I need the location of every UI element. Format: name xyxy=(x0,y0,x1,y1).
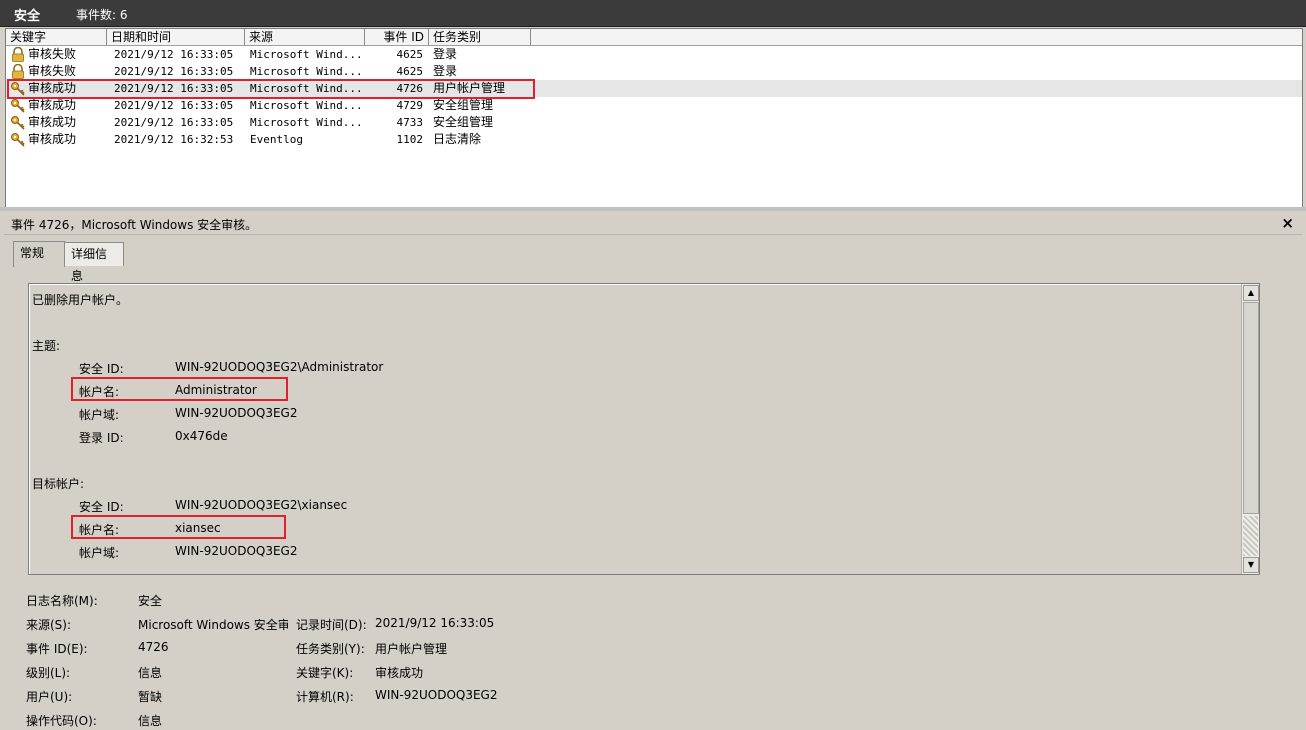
source-value: Microsoft Windows 安全审 xyxy=(138,618,288,632)
col-task-category[interactable]: 任务类别 xyxy=(429,29,531,45)
opcode-value: 信息 xyxy=(138,714,163,728)
description-summary: 已删除用户帐户。 xyxy=(32,293,129,307)
event-detail-header: 事件 4726，Microsoft Windows 安全审核。 × xyxy=(4,212,1302,235)
subject-sid-value: WIN-92UODOQ3EG2\Administrator xyxy=(175,360,384,374)
target-domain-label: 帐户域: xyxy=(79,546,120,560)
task-category-value: 用户帐户管理 xyxy=(375,642,448,656)
log-title-bar: 安全 事件数: 6 xyxy=(0,0,1306,27)
computer-value: WIN-92UODOQ3EG2 xyxy=(375,688,498,702)
scroll-down-icon[interactable]: ▼ xyxy=(1243,557,1259,573)
table-row[interactable]: 审核成功 2021/9/12 16:32:53 Eventlog 1102 日志… xyxy=(6,131,1302,148)
subject-domain-label: 帐户域: xyxy=(79,408,120,422)
log-name-label: 日志名称(M): xyxy=(26,594,98,608)
keywords-value: 审核成功 xyxy=(375,666,424,680)
table-row[interactable]: 审核失败 2021/9/12 16:33:05 Microsoft Wind..… xyxy=(6,46,1302,63)
col-keyword[interactable]: 关键字 xyxy=(6,29,107,45)
opcode-label: 操作代码(O): xyxy=(26,714,97,728)
pane-splitter[interactable] xyxy=(0,207,1306,211)
logged-label: 记录时间(D): xyxy=(296,618,367,632)
col-source[interactable]: 来源 xyxy=(245,29,365,45)
event-id-value: 4726 xyxy=(138,640,169,654)
task-category-label: 任务类别(Y): xyxy=(296,642,365,656)
tab-details[interactable]: 详细信息 xyxy=(64,242,124,283)
log-title: 安全 xyxy=(14,9,41,24)
key-icon xyxy=(10,98,26,113)
target-heading: 目标帐户: xyxy=(32,477,85,491)
user-value: 暂缺 xyxy=(138,690,163,704)
table-row[interactable]: 审核失败 2021/9/12 16:33:05 Microsoft Wind..… xyxy=(6,63,1302,80)
computer-label: 计算机(R): xyxy=(296,690,354,704)
subject-logon-value: 0x476de xyxy=(175,429,228,443)
col-event-id[interactable]: 事件 ID xyxy=(365,29,429,45)
highlight-subject-account xyxy=(71,377,288,401)
scroll-up-icon[interactable]: ▲ xyxy=(1243,285,1259,301)
lock-icon xyxy=(10,46,26,62)
target-sid-value: WIN-92UODOQ3EG2\xiansec xyxy=(175,498,348,512)
event-description[interactable]: 已删除用户帐户。 主题: 安全 ID: WIN-92UODOQ3EG2\Admi… xyxy=(28,283,1260,575)
scroll-thumb[interactable] xyxy=(1243,302,1259,514)
close-icon[interactable]: × xyxy=(1281,214,1294,232)
key-icon xyxy=(10,115,26,130)
lock-icon xyxy=(10,63,26,79)
table-row[interactable]: 审核成功 2021/9/12 16:33:05 Microsoft Wind..… xyxy=(6,97,1302,114)
log-name-value: 安全 xyxy=(138,594,163,608)
subject-logon-label: 登录 ID: xyxy=(79,431,124,445)
event-list-header: 关键字 日期和时间 来源 事件 ID 任务类别 xyxy=(6,29,1302,46)
subject-heading: 主题: xyxy=(32,339,61,353)
level-label: 级别(L): xyxy=(26,666,71,680)
key-icon xyxy=(10,132,26,147)
scroll-track[interactable] xyxy=(1243,516,1258,556)
event-id-label: 事件 ID(E): xyxy=(26,642,88,656)
highlight-selected-row xyxy=(7,79,535,99)
col-datetime[interactable]: 日期和时间 xyxy=(107,29,245,45)
subject-sid-label: 安全 ID: xyxy=(79,362,124,376)
target-sid-label: 安全 ID: xyxy=(79,500,124,514)
user-label: 用户(U): xyxy=(26,690,73,704)
target-domain-value: WIN-92UODOQ3EG2 xyxy=(175,544,298,558)
event-detail-title: 事件 4726，Microsoft Windows 安全审核。 xyxy=(11,218,258,232)
keywords-label: 关键字(K): xyxy=(296,666,354,680)
logged-value: 2021/9/12 16:33:05 xyxy=(375,616,495,630)
table-row[interactable]: 审核成功 2021/9/12 16:33:05 Microsoft Wind..… xyxy=(6,114,1302,131)
level-value: 信息 xyxy=(138,666,163,680)
event-count: 事件数: 6 xyxy=(76,8,128,22)
event-list[interactable]: 关键字 日期和时间 来源 事件 ID 任务类别 审核失败 2021/9/12 1… xyxy=(5,28,1303,208)
highlight-target-account xyxy=(71,515,286,539)
tab-general[interactable]: 常规 xyxy=(13,241,65,267)
description-scrollbar[interactable]: ▲ ▼ xyxy=(1241,284,1259,574)
source-label: 来源(S): xyxy=(26,618,72,632)
subject-domain-value: WIN-92UODOQ3EG2 xyxy=(175,406,298,420)
